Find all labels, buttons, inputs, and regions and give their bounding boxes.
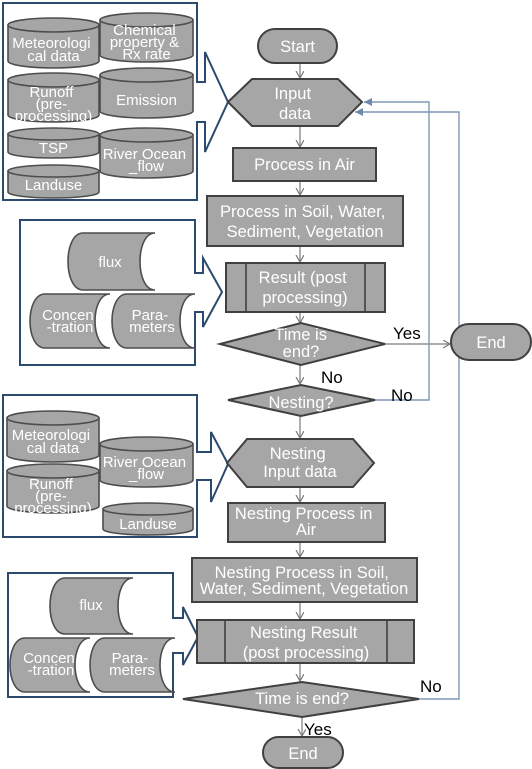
start-label: Start bbox=[280, 38, 315, 56]
label-line: Nesting bbox=[270, 445, 326, 463]
process-in-air-step: Process in Air bbox=[232, 147, 377, 182]
cylinder-runoff: Runoff (pre- processing) bbox=[6, 463, 100, 517]
label-line: -tration bbox=[28, 662, 75, 679]
stored-data-label: Concen -tration bbox=[23, 650, 79, 679]
nesting-input-data-step: Nesting Input data bbox=[225, 438, 376, 488]
label-line: _flow bbox=[128, 158, 164, 175]
label-line: processing) bbox=[262, 289, 347, 307]
process-in-soil-step: Process in Soil, Water, Sediment, Vegeta… bbox=[206, 195, 404, 247]
cylinder-meteorological-data: Meteorologi cal data bbox=[6, 410, 100, 463]
nesting-time-is-end-label: Time is end? bbox=[255, 690, 349, 708]
label-line: data bbox=[279, 105, 312, 123]
input-data-step: Input data bbox=[226, 78, 364, 127]
label-line: -tration bbox=[47, 319, 94, 336]
nesting-input-data-group: Meteorologi cal data River Ocean _flow R… bbox=[2, 394, 230, 538]
cylinder-meteorological-data: Meteorologi cal data bbox=[7, 17, 100, 69]
label-line: (post processing) bbox=[243, 644, 370, 662]
cylinder-runoff: Runoff (pre- processing) bbox=[7, 72, 100, 125]
nesting-decision-label: Nesting? bbox=[268, 394, 333, 412]
label-line: Air bbox=[296, 521, 317, 539]
process-in-air-label: Process in Air bbox=[254, 156, 355, 174]
cylinder-top bbox=[99, 67, 194, 83]
label-line: Process in Soil, Water, bbox=[220, 203, 385, 221]
cylinder-landuse: Landuse bbox=[7, 164, 100, 199]
no-label: No bbox=[391, 386, 413, 405]
cylinder-label: TSP bbox=[39, 140, 68, 157]
label-line: end? bbox=[283, 343, 320, 361]
label-line: Input bbox=[274, 85, 311, 103]
cylinder-river-ocean-flow: River Ocean _flow bbox=[99, 127, 194, 179]
result-step: Result (post processing) bbox=[225, 262, 386, 313]
nesting-time-is-end-decision: Time is end? bbox=[182, 680, 420, 719]
label-line: processing) bbox=[14, 500, 92, 517]
cylinder-top bbox=[99, 127, 194, 143]
label-line: cal data bbox=[27, 440, 80, 457]
nesting-end-label: End bbox=[288, 745, 317, 763]
time-is-end-decision: Time is end? bbox=[216, 321, 386, 367]
label-line: cal data bbox=[27, 48, 80, 65]
stored-data-label: flux bbox=[98, 254, 122, 271]
label-line: Sediment, Vegetation bbox=[227, 223, 384, 241]
stored-data-label: flux bbox=[79, 597, 103, 614]
cylinder-tsp: TSP bbox=[7, 127, 100, 159]
cylinder-top bbox=[7, 164, 100, 178]
cylinder-label: Landuse bbox=[119, 516, 177, 533]
end-label: End bbox=[476, 334, 505, 352]
nesting-result-data-group: flux Concen -tration Para- meters bbox=[7, 572, 200, 698]
label-line: Rx rate bbox=[122, 46, 170, 63]
label-line: meters bbox=[129, 319, 175, 336]
nesting-decision: Nesting? bbox=[227, 383, 376, 418]
stored-data-label: Para- meters bbox=[129, 307, 175, 336]
end-terminator: End bbox=[450, 323, 532, 361]
nesting-end-terminator: End bbox=[262, 736, 344, 769]
stored-data-concentration: Concen -tration bbox=[9, 637, 91, 693]
cylinder-top bbox=[102, 502, 194, 516]
cylinder-chemical-property: Chemical property & Rx rate bbox=[99, 12, 194, 63]
cylinder-label: Emission bbox=[116, 92, 177, 109]
nesting-process-in-soil-label: Nesting Process in Soil, Water, Sediment… bbox=[200, 564, 409, 598]
nesting-input-label: Nesting Input data bbox=[263, 445, 337, 481]
cylinder-top bbox=[7, 127, 100, 141]
label-line: Nesting Result bbox=[250, 624, 358, 642]
cylinder-top bbox=[6, 410, 100, 426]
label-line: Result (post bbox=[259, 269, 347, 287]
start-terminator: Start bbox=[257, 28, 338, 64]
feedback-nesting-no-to-input bbox=[364, 98, 430, 401]
cylinder-landuse: Landuse bbox=[102, 502, 194, 536]
nesting-process-in-soil-step: Nesting Process in Soil, Water, Sediment… bbox=[191, 557, 418, 603]
input-data-group: Meteorologi cal data Chemical property &… bbox=[2, 2, 230, 201]
cylinder-river-ocean-flow: River Ocean _flow bbox=[99, 436, 194, 488]
label-line: Input data bbox=[263, 463, 337, 481]
cylinder-top bbox=[7, 17, 100, 33]
label-line: Time is bbox=[274, 326, 327, 344]
cylinder-emission: Emission bbox=[99, 67, 194, 119]
label-line: processing) bbox=[15, 108, 93, 125]
nesting-flow: Nesting Input data Nesting Process in Ai… bbox=[182, 438, 420, 769]
yes-label: Yes bbox=[393, 324, 421, 343]
flowchart-diagram: Meteorologi cal data Chemical property &… bbox=[2, 2, 532, 769]
cylinder-label: Landuse bbox=[25, 177, 83, 194]
stored-data-label: Para- meters bbox=[109, 650, 155, 679]
label-line: Water, Sediment, Vegetation bbox=[200, 580, 409, 598]
stored-data-label: Concen -tration bbox=[42, 307, 98, 336]
label-line: _flow bbox=[128, 466, 164, 483]
main-flow: Start Input data Process in Air Process … bbox=[206, 28, 532, 418]
result-data-group: flux Concen -tration Para- meters bbox=[19, 219, 224, 366]
nesting-process-in-air-step: Nesting Process in Air bbox=[227, 502, 386, 543]
no-label: No bbox=[321, 368, 343, 387]
label-line: meters bbox=[109, 662, 155, 679]
yes-label: Yes bbox=[304, 720, 332, 739]
no-label: No bbox=[420, 677, 442, 696]
nesting-result-step: Nesting Result (post processing) bbox=[196, 619, 415, 664]
cylinder-top bbox=[99, 436, 194, 452]
